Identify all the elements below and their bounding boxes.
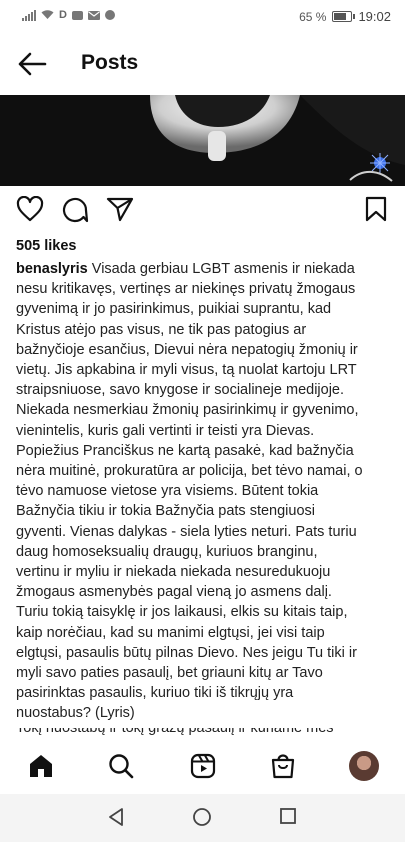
caption-cutoff: Tokį nuostabų ir tokį gražų pasaulį ir k… bbox=[16, 728, 392, 738]
profile-avatar[interactable] bbox=[349, 751, 379, 781]
reels-icon[interactable] bbox=[190, 753, 216, 779]
shop-icon[interactable] bbox=[270, 753, 296, 779]
caption-text: Visada gerbiau LGBT asmenis ir niekada bbox=[91, 261, 355, 277]
arrow-left-icon[interactable] bbox=[16, 50, 48, 78]
caption-line: vienintelis, kuris gali vertinti ir teis… bbox=[16, 422, 315, 439]
caption-cutoff-line: Tokį nuostabų ir tokį gražų pasaulį ir k… bbox=[16, 728, 334, 736]
caption-username[interactable]: benaslyris bbox=[16, 261, 88, 277]
bookmark-icon[interactable] bbox=[364, 196, 388, 222]
home-icon[interactable] bbox=[28, 753, 54, 779]
status-bar: D 65 % 19:02 bbox=[0, 0, 405, 34]
battery-fill bbox=[334, 13, 347, 20]
caption-line: gyventi. Vienas dalykas - siela lyties n… bbox=[16, 523, 357, 540]
caption-line: nuostabus? (Lyris) bbox=[16, 705, 135, 722]
messenger-icon bbox=[104, 10, 115, 20]
caption-line: žmogaus asmenybės pagal vieną jo asmens … bbox=[16, 584, 332, 601]
post-image[interactable] bbox=[0, 95, 405, 186]
caption-line: benaslyris Visada gerbiau LGBT asmenis i… bbox=[16, 259, 392, 279]
caption-line: vertinu ir myliu ir niekada niekada nesu… bbox=[16, 564, 331, 581]
caption-line: nėra muitinė, prokuratūra ar policija, b… bbox=[16, 463, 363, 480]
caption-line: straipsniuose, savo knygose ir socialine… bbox=[16, 382, 345, 399]
system-navigation-bar bbox=[0, 794, 405, 842]
search-icon[interactable] bbox=[108, 753, 134, 779]
post-image-art bbox=[0, 95, 405, 186]
post-actions bbox=[0, 196, 405, 226]
share-icon[interactable] bbox=[106, 196, 134, 222]
top-app-bar: Posts bbox=[0, 34, 405, 94]
caption-line: bažnyčioje esančius, Dievui nėra nepatog… bbox=[16, 341, 358, 358]
caption-line: Bažnyčia tikiu ir tokia Bažnyčia pats st… bbox=[16, 503, 316, 520]
caption-line: Popiežius Pranciškus ne kartą pasakė, ka… bbox=[16, 442, 354, 459]
wifi-icon bbox=[41, 10, 54, 19]
caption-line: daug homoseksualių draugų, kuriuos brang… bbox=[16, 543, 318, 560]
page-title: Posts bbox=[81, 51, 139, 74]
square-notification-icon bbox=[71, 10, 83, 20]
post-caption: benaslyris Visada gerbiau LGBT asmenis i… bbox=[16, 259, 392, 724]
caption-line: tėvo namuose vietose yra visiems. Būtent… bbox=[16, 483, 319, 500]
back-triangle-icon[interactable] bbox=[107, 807, 125, 827]
caption-line: Niekada nesmerkiau žmonių pasirinkimų ir… bbox=[16, 402, 359, 419]
battery-icon bbox=[332, 11, 356, 22]
clock: 19:02 bbox=[358, 9, 391, 24]
status-left-icons: D bbox=[22, 9, 115, 21]
bottom-navigation bbox=[0, 738, 405, 794]
caption-line: pasirinktas pasaulis, kuriuo tiki iš tik… bbox=[16, 685, 294, 702]
caption-line: nesu kritikavęs, vertinęs ar niekinęs pr… bbox=[16, 281, 356, 298]
caption-line: vietų. Jis apkabina ir myli visus, tą nu… bbox=[16, 362, 357, 379]
heart-icon[interactable] bbox=[16, 196, 44, 222]
likes-count[interactable]: 505 likes bbox=[16, 238, 76, 254]
signal-icon bbox=[22, 9, 36, 21]
comment-icon[interactable] bbox=[61, 196, 89, 224]
caption-line: elgtųsi, pasaulis būtų pilnas Dievo. Nes… bbox=[16, 644, 357, 661]
caption-line: Turiu tokią taisyklę ir jos laikausi, el… bbox=[16, 604, 348, 621]
caption-line: Kristus atėjo pas visus, ne tik pas pato… bbox=[16, 321, 307, 338]
status-right: 65 % 19:02 bbox=[299, 9, 391, 24]
mail-icon bbox=[87, 10, 100, 20]
home-circle-icon[interactable] bbox=[192, 807, 212, 827]
battery-percent: 65 % bbox=[299, 9, 327, 24]
caption-line: kaip norėčiau, kad su manimi elgtųsi, je… bbox=[16, 624, 325, 641]
caption-line: gyvenimą ir jo pasirinkimus, puikiai sup… bbox=[16, 301, 332, 318]
recents-square-icon[interactable] bbox=[279, 807, 297, 825]
caption-line: myli savo paties pasaulį, bet griauni ki… bbox=[16, 665, 323, 682]
d-indicator: D bbox=[59, 9, 67, 21]
